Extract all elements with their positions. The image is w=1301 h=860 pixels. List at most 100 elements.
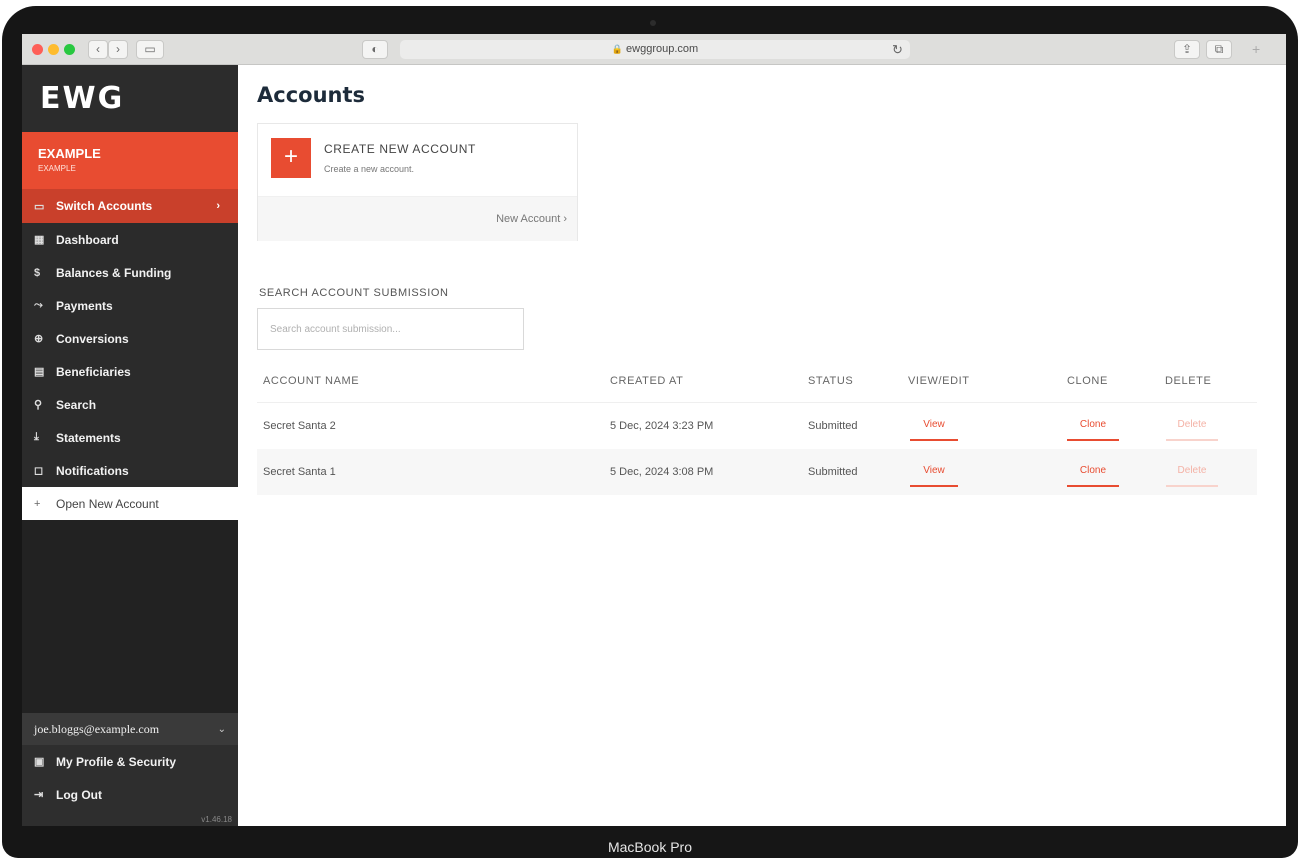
view-button[interactable]: View <box>910 415 958 441</box>
folder-icon: ▭ <box>34 200 45 213</box>
laptop-frame: ‹ › ▭ ◐ 🔒 ewggroup.com ↻ ⇪ ⧉ + EWG EXAMPL… <box>2 6 1298 858</box>
logo[interactable]: EWG <box>40 81 124 116</box>
table-header: ACCOUNT NAME CREATED AT STATUS VIEW/EDIT… <box>257 359 1257 403</box>
screen: ‹ › ▭ ◐ 🔒 ewggroup.com ↻ ⇪ ⧉ + EWG EXAMPL… <box>22 34 1286 826</box>
sidebar-item-conversions[interactable]: ⊕ Conversions <box>22 322 238 355</box>
table-row: Secret Santa 2 5 Dec, 2024 3:23 PM Submi… <box>257 403 1257 449</box>
address-bar[interactable]: 🔒 ewggroup.com <box>400 40 910 59</box>
lock-icon: 🔒 <box>611 44 624 54</box>
sidebar-item-label: Conversions <box>56 331 129 346</box>
sidebar-item-label: Payments <box>56 298 113 313</box>
chevron-right-icon: › <box>563 213 567 225</box>
sidebar-item-profile[interactable]: ▣ My Profile & Security <box>22 745 238 778</box>
bell-icon: ◻ <box>34 465 44 477</box>
sidebar-item-balances[interactable]: $ Balances & Funding <box>22 256 238 289</box>
sidebar-item-open-new-account[interactable]: + Open New Account <box>22 487 238 520</box>
search-input[interactable] <box>257 308 524 350</box>
sidebar-item-notifications[interactable]: ◻ Notifications <box>22 454 238 487</box>
device-label: MacBook Pro <box>607 839 693 855</box>
dashboard-icon: ▦ <box>34 234 45 246</box>
reload-icon[interactable]: ↻ <box>892 40 903 59</box>
globe-icon: ⊕ <box>34 333 44 345</box>
privacy-shield-icon[interactable]: ◐ <box>362 40 388 59</box>
logo-area: EWG <box>22 65 238 132</box>
status-cell: Submitted <box>808 466 858 478</box>
switch-accounts-button[interactable]: ▭ Switch Accounts › <box>22 189 238 223</box>
url-text: ewggroup.com <box>626 43 699 55</box>
browser-toolbar: ‹ › ▭ ◐ 🔒 ewggroup.com ↻ ⇪ ⧉ + <box>22 34 1286 65</box>
sidebar-item-payments[interactable]: ⤳ Payments <box>22 289 238 322</box>
sidebar-item-beneficiaries[interactable]: ▤ Beneficiaries <box>22 355 238 388</box>
sidebar-item-statements[interactable]: ⤓ Statements <box>22 421 238 454</box>
minimize-window-button[interactable] <box>48 44 59 55</box>
switch-accounts-label: Switch Accounts <box>56 199 153 213</box>
close-window-button[interactable] <box>32 44 43 55</box>
create-card-footer: New Account › <box>258 196 577 241</box>
search-label: SEARCH ACCOUNT SUBMISSION <box>259 287 449 299</box>
sidebar-item-label: Notifications <box>56 463 129 478</box>
sidebar-item-label: Dashboard <box>56 232 119 247</box>
create-account-card[interactable]: + CREATE NEW ACCOUNT Create a new accoun… <box>257 123 578 241</box>
chevron-right-icon: › <box>216 200 220 212</box>
camera-dot <box>650 20 656 26</box>
column-header-status[interactable]: STATUS <box>808 375 853 387</box>
create-card-body: + CREATE NEW ACCOUNT Create a new accoun… <box>258 124 577 196</box>
sidebar-footer: joe.bloggs@example.com ⌄ ▣ My Profile & … <box>22 713 238 826</box>
forward-icon[interactable]: › <box>108 40 128 59</box>
sidebar-item-logout[interactable]: ⇥ Log Out <box>22 778 238 811</box>
column-header-account-name[interactable]: ACCOUNT NAME <box>263 375 359 387</box>
plus-icon[interactable]: + <box>271 138 311 178</box>
logout-icon: ⇥ <box>34 789 44 801</box>
new-account-link-label: New Account <box>496 213 561 225</box>
status-cell: Submitted <box>808 420 858 432</box>
back-icon[interactable]: ‹ <box>88 40 108 59</box>
sidebar-item-dashboard[interactable]: ▦ Dashboard <box>22 223 238 256</box>
column-header-delete: DELETE <box>1165 375 1212 387</box>
sidebar-item-label: Log Out <box>56 787 102 802</box>
sidebar-item-label: Statements <box>56 430 121 445</box>
account-name-cell: Secret Santa 1 <box>263 466 336 478</box>
delete-button[interactable]: Delete <box>1166 415 1218 441</box>
column-header-view-edit: VIEW/EDIT <box>908 375 970 387</box>
account-subtitle: EXAMPLE <box>38 164 76 173</box>
clone-button[interactable]: Clone <box>1067 461 1119 487</box>
download-icon: ⤓ <box>34 431 39 443</box>
version-label: v1.46.18 <box>201 815 232 824</box>
plus-icon: + <box>34 497 41 510</box>
tabs-overview-icon[interactable]: ⧉ <box>1206 40 1232 59</box>
new-account-link[interactable]: New Account › <box>496 213 567 225</box>
created-at-cell: 5 Dec, 2024 3:08 PM <box>610 466 714 478</box>
sidebar-item-search[interactable]: ⚲ Search <box>22 388 238 421</box>
account-name: EXAMPLE <box>38 146 101 161</box>
user-email: joe.bloggs@example.com <box>34 721 160 736</box>
create-card-title: CREATE NEW ACCOUNT <box>324 142 476 156</box>
current-account: EXAMPLE EXAMPLE <box>22 132 238 189</box>
payments-icon: ⤳ <box>34 299 43 311</box>
delete-button[interactable]: Delete <box>1166 461 1218 487</box>
id-card-icon: ▣ <box>34 756 45 768</box>
clone-button[interactable]: Clone <box>1067 415 1119 441</box>
user-menu-toggle[interactable]: joe.bloggs@example.com ⌄ <box>22 713 238 745</box>
main-content: Accounts + CREATE NEW ACCOUNT Create a n… <box>238 65 1286 826</box>
new-tab-icon[interactable]: + <box>1252 41 1260 57</box>
search-icon: ⚲ <box>34 399 43 411</box>
beneficiaries-icon: ▤ <box>34 366 45 378</box>
share-icon[interactable]: ⇪ <box>1174 40 1200 59</box>
column-header-created-at[interactable]: CREATED AT <box>610 375 683 387</box>
accounts-table: ACCOUNT NAME CREATED AT STATUS VIEW/EDIT… <box>257 359 1257 495</box>
view-button[interactable]: View <box>910 461 958 487</box>
sidebar: EWG EXAMPLE EXAMPLE ▭ Switch Accounts › … <box>22 65 238 826</box>
sidebar-item-label: Search <box>56 397 97 412</box>
sidebar-item-label: My Profile & Security <box>56 754 177 769</box>
account-name-cell: Secret Santa 2 <box>263 420 336 432</box>
sidebar-item-label: Open New Account <box>56 496 159 511</box>
dollar-icon: $ <box>34 266 41 279</box>
column-header-clone: CLONE <box>1067 375 1108 387</box>
create-card-subtitle: Create a new account. <box>324 164 415 174</box>
table-row: Secret Santa 1 5 Dec, 2024 3:08 PM Submi… <box>257 449 1257 495</box>
page-title: Accounts <box>257 83 366 107</box>
zoom-window-button[interactable] <box>64 44 75 55</box>
sidebar-toggle-icon[interactable]: ▭ <box>136 40 164 59</box>
chevron-down-icon: ⌄ <box>217 723 226 735</box>
sidebar-item-label: Balances & Funding <box>56 265 172 280</box>
